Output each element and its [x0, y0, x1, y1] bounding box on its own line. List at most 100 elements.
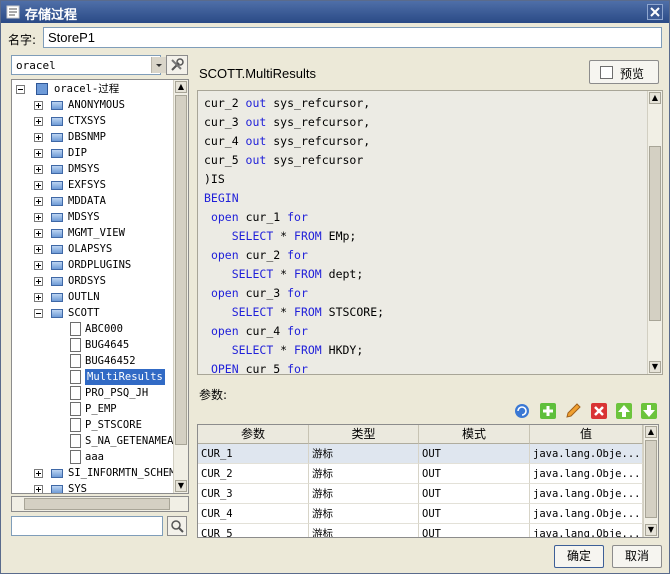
tree-schema-item[interactable]: ORDPLUGINS [16, 257, 176, 273]
column-header-param[interactable]: 参数 [198, 425, 309, 444]
ok-button[interactable]: 确定 [554, 545, 604, 568]
param-cell-name[interactable]: CUR_2 [198, 464, 309, 484]
params-vertical-scrollbar[interactable]: ▲ ▼ [643, 425, 658, 537]
code-vertical-scrollbar[interactable]: ▲ ▼ [647, 91, 662, 374]
dropdown-arrow-icon[interactable] [151, 57, 166, 73]
tree-schema-item[interactable]: SYS [16, 481, 176, 493]
tree-search-input[interactable] [11, 516, 163, 536]
expand-icon[interactable] [34, 101, 43, 110]
tree-schema-item[interactable]: EXFSYS [16, 177, 176, 193]
scroll-thumb[interactable] [645, 440, 657, 518]
scroll-up-icon[interactable]: ▲ [175, 81, 187, 93]
tree-schema-item[interactable]: DBSNMP [16, 129, 176, 145]
tree-schema-item[interactable]: MDSYS [16, 209, 176, 225]
param-cell-value[interactable]: java.lang.Obje... [530, 464, 643, 484]
expand-icon[interactable] [34, 197, 43, 206]
param-cell-mode[interactable]: OUT [419, 504, 530, 524]
connection-select[interactable]: oracel [11, 55, 161, 75]
tree-procedure-item[interactable]: ABC000 [16, 321, 176, 337]
add-icon[interactable] [539, 402, 557, 420]
hscroll-thumb[interactable] [24, 498, 170, 510]
param-cell-mode[interactable]: OUT [419, 484, 530, 504]
column-header-value[interactable]: 值 [530, 425, 643, 444]
column-header-mode[interactable]: 模式 [419, 425, 530, 444]
param-cell-name[interactable]: CUR_5 [198, 524, 309, 537]
scroll-down-icon[interactable]: ▼ [649, 361, 661, 373]
scroll-down-icon[interactable]: ▼ [645, 524, 657, 536]
expand-icon[interactable] [34, 165, 43, 174]
param-cell-type[interactable]: 游标 [309, 524, 419, 537]
column-header-type[interactable]: 类型 [309, 425, 419, 444]
param-cell-mode[interactable]: OUT [419, 464, 530, 484]
param-cell-value[interactable]: java.lang.Obje... [530, 444, 643, 464]
tree-procedure-item[interactable]: P_STSCORE [16, 417, 176, 433]
name-input[interactable]: StoreP1 [43, 27, 662, 48]
expand-icon[interactable] [34, 133, 43, 142]
param-cell-mode[interactable]: OUT [419, 524, 530, 537]
tree-schema-item[interactable]: SCOTT [16, 305, 176, 321]
close-button[interactable] [647, 4, 663, 20]
sql-code-editor[interactable]: cur_2 out sys_refcursor, cur_3 out sys_re… [197, 90, 663, 375]
expand-icon[interactable] [34, 213, 43, 222]
object-tree[interactable]: oracel-过程 ANONYMOUS CTXSYS DBSNMP DIP DMSYS E… [11, 79, 189, 494]
param-cell-type[interactable]: 游标 [309, 484, 419, 504]
collapse-icon[interactable] [16, 85, 25, 94]
scroll-up-icon[interactable]: ▲ [645, 426, 657, 438]
param-cell-value[interactable]: java.lang.Obje... [530, 484, 643, 504]
tree-procedure-item[interactable]: PRO_PSQ_JH [16, 385, 176, 401]
tree-schema-item[interactable]: OUTLN [16, 289, 176, 305]
param-cell-value[interactable]: java.lang.Obje... [530, 504, 643, 524]
param-cell-type[interactable]: 游标 [309, 504, 419, 524]
cancel-button[interactable]: 取消 [612, 545, 662, 568]
scroll-down-icon[interactable]: ▼ [175, 480, 187, 492]
tools-button[interactable] [166, 55, 188, 75]
expand-icon[interactable] [34, 485, 43, 493]
tree-root[interactable]: oracel-过程 [16, 81, 176, 97]
tree-schema-item[interactable]: ORDSYS [16, 273, 176, 289]
tree-schema-item[interactable]: ANONYMOUS [16, 97, 176, 113]
expand-icon[interactable] [34, 469, 43, 478]
expand-icon[interactable] [34, 117, 43, 126]
expand-icon[interactable] [34, 149, 43, 158]
delete-icon[interactable] [590, 402, 608, 420]
tree-procedure-item[interactable]: P_EMP [16, 401, 176, 417]
param-cell-name[interactable]: CUR_1 [198, 444, 309, 464]
collapse-icon[interactable] [34, 309, 43, 318]
tree-procedure-item[interactable]: BUG46452 [16, 353, 176, 369]
tree-procedure-item[interactable]: aaa [16, 449, 176, 465]
edit-icon[interactable] [564, 402, 582, 420]
param-cell-type[interactable]: 游标 [309, 464, 419, 484]
param-cell-name[interactable]: CUR_4 [198, 504, 309, 524]
title-bar[interactable]: 存储过程 [1, 1, 669, 23]
tree-schema-item[interactable]: CTXSYS [16, 113, 176, 129]
tree-schema-item[interactable]: OLAPSYS [16, 241, 176, 257]
tree-procedure-item[interactable]: MultiResults [16, 369, 176, 385]
move-up-icon[interactable] [615, 402, 633, 420]
param-cell-name[interactable]: CUR_3 [198, 484, 309, 504]
tree-schema-item[interactable]: MDDATA [16, 193, 176, 209]
tree-schema-item[interactable]: DMSYS [16, 161, 176, 177]
refresh-icon[interactable] [513, 402, 531, 420]
tree-procedure-item[interactable]: S_NA_GETENAMEA [16, 433, 176, 449]
expand-icon[interactable] [34, 229, 43, 238]
expand-icon[interactable] [34, 293, 43, 302]
expand-icon[interactable] [34, 261, 43, 270]
tree-horizontal-scrollbar[interactable] [11, 496, 189, 512]
params-table[interactable]: 参数 类型 模式 值 CUR_1 游标 OUT java.lang.Obje... CU… [197, 424, 659, 538]
expand-icon[interactable] [34, 181, 43, 190]
tree-search-button[interactable] [167, 516, 187, 536]
tree-procedure-item[interactable]: BUG4645 [16, 337, 176, 353]
tree-vertical-scrollbar[interactable]: ▲ ▼ [173, 80, 188, 493]
param-cell-type[interactable]: 游标 [309, 444, 419, 464]
tree-schema-item[interactable]: MGMT_VIEW [16, 225, 176, 241]
expand-icon[interactable] [34, 277, 43, 286]
param-cell-value[interactable]: java.lang.Obje... [530, 524, 643, 537]
scroll-thumb[interactable] [175, 95, 187, 445]
expand-icon[interactable] [34, 245, 43, 254]
scroll-up-icon[interactable]: ▲ [649, 92, 661, 104]
tree-schema-item[interactable]: DIP [16, 145, 176, 161]
move-down-icon[interactable] [640, 402, 658, 420]
param-cell-mode[interactable]: OUT [419, 444, 530, 464]
scroll-thumb[interactable] [649, 146, 661, 321]
preview-button[interactable]: 预览 [589, 60, 659, 84]
